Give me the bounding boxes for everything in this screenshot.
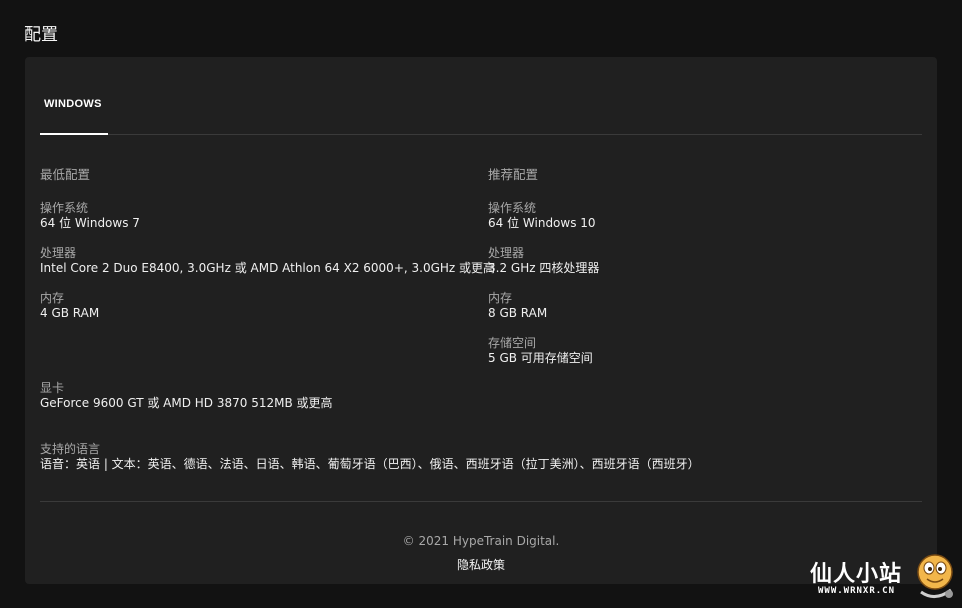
rec-storage-label: 存储空间 [488, 336, 537, 350]
rec-os-label: 操作系统 [488, 201, 537, 215]
min-memory-label: 内存 [40, 291, 65, 305]
watermark-mascot-icon [917, 554, 953, 598]
tab-active-indicator [40, 133, 108, 135]
rec-spec-os: 操作系统 64 位 Windows 10 [488, 201, 596, 231]
rec-storage-value: 5 GB 可用存储空间 [488, 351, 593, 365]
languages-value: 语音：英语 | 文本：英语、德语、法语、日语、韩语、葡萄牙语（巴西）、俄语、西班… [40, 457, 700, 471]
supported-languages: 支持的语言 语音：英语 | 文本：英语、德语、法语、日语、韩语、葡萄牙语（巴西）… [40, 442, 700, 472]
rec-os-value: 64 位 Windows 10 [488, 216, 596, 230]
watermark: 仙人小站 WWW.WRNXR.CN [808, 548, 958, 606]
min-os-value: 64 位 Windows 7 [40, 216, 140, 230]
page-title: 配置 [24, 25, 58, 45]
min-gpu-label: 显卡 [40, 381, 65, 395]
minimum-heading: 最低配置 [40, 167, 91, 182]
rec-cpu-label: 处理器 [488, 246, 525, 260]
rec-spec-storage: 存储空间 5 GB 可用存储空间 [488, 336, 593, 366]
tab-windows[interactable]: WINDOWS [40, 98, 106, 110]
min-spec-memory: 内存 4 GB RAM [40, 291, 99, 321]
tabs-divider [40, 134, 922, 135]
rec-cpu-value: 3.2 GHz 四核处理器 [488, 261, 600, 275]
watermark-text: 仙人小站 [810, 562, 903, 587]
system-requirements-panel: WINDOWS 最低配置 操作系统 64 位 Windows 7 处理器 Int… [25, 57, 937, 584]
min-spec-cpu: 处理器 Intel Core 2 Duo E8400, 3.0GHz 或 AMD… [40, 246, 495, 276]
rec-memory-label: 内存 [488, 291, 513, 305]
copyright-text: © 2021 HypeTrain Digital. [402, 534, 560, 548]
recommended-requirements-column: 推荐配置 操作系统 64 位 Windows 10 处理器 3.2 GHz 四核… [488, 164, 599, 365]
languages-label: 支持的语言 [40, 442, 101, 456]
footer-divider [40, 501, 922, 502]
min-cpu-value: Intel Core 2 Duo E8400, 3.0GHz 或 AMD Ath… [40, 261, 496, 275]
rec-spec-cpu: 处理器 3.2 GHz 四核处理器 [488, 246, 599, 276]
rec-spec-memory: 内存 8 GB RAM [488, 291, 547, 321]
minimum-requirements-column: 最低配置 操作系统 64 位 Windows 7 处理器 Intel Core … [40, 164, 495, 410]
min-cpu-label: 处理器 [40, 246, 77, 260]
min-memory-value: 4 GB RAM [40, 306, 100, 320]
privacy-policy-link[interactable]: 隐私政策 [25, 556, 937, 573]
watermark-url: WWW.WRNXR.CN [818, 586, 896, 596]
min-os-label: 操作系统 [40, 201, 89, 215]
min-spec-os: 操作系统 64 位 Windows 7 [40, 201, 140, 231]
rec-memory-value: 8 GB RAM [488, 306, 548, 320]
recommended-heading: 推荐配置 [488, 167, 539, 182]
min-gpu-value: GeForce 9600 GT 或 AMD HD 3870 512MB 或更高 [40, 396, 333, 410]
min-spec-gpu: 显卡 GeForce 9600 GT 或 AMD HD 3870 512MB 或… [40, 381, 333, 411]
